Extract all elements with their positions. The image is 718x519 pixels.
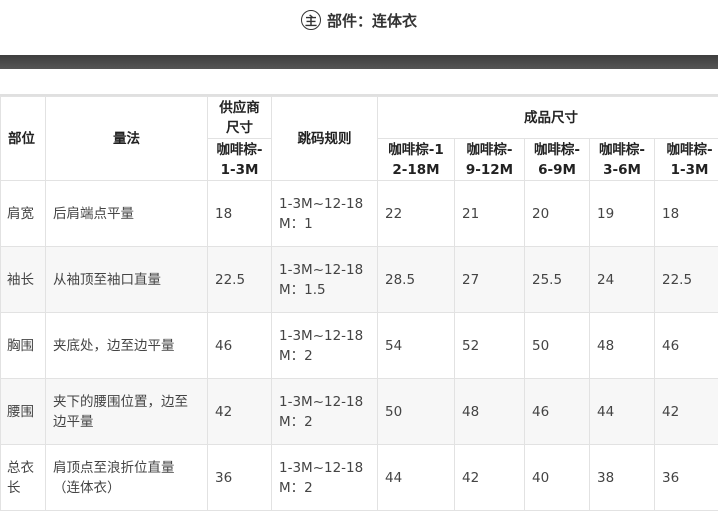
header-finished-size: 咖啡棕-3-6M — [590, 139, 655, 181]
cell-size: 50 — [378, 379, 455, 445]
table-row: 总衣长 肩顶点至浪折位直量（连体衣） 36 1-3M~12-18M：2 44 4… — [1, 445, 718, 511]
table-row: 袖长 从袖顶至袖口直量 22.5 1-3M~12-18M：1.5 28.5 27… — [1, 247, 718, 313]
header-method: 量法 — [46, 97, 208, 181]
cell-method: 肩顶点至浪折位直量（连体衣） — [46, 445, 208, 511]
cell-size: 18 — [655, 181, 718, 247]
table-row: 胸围 夹底处，边至边平量 46 1-3M~12-18M：2 54 52 50 4… — [1, 313, 718, 379]
cell-rule: 1-3M~12-18M：2 — [272, 379, 378, 445]
cell-rule: 1-3M~12-18M：2 — [272, 313, 378, 379]
title-bar: 主 部件：连体衣 — [0, 0, 718, 40]
cell-size: 52 — [455, 313, 525, 379]
cell-rule: 1-3M~12-18M：1 — [272, 181, 378, 247]
section-divider-bar — [0, 55, 718, 69]
cell-rule: 1-3M~12-18M：1.5 — [272, 247, 378, 313]
table-row: 腰围 夹下的腰围位置，边至边平量 42 1-3M~12-18M：2 50 48 … — [1, 379, 718, 445]
header-part: 部位 — [1, 97, 46, 181]
cell-supplier: 22.5 — [208, 247, 272, 313]
cell-size: 48 — [455, 379, 525, 445]
header-supplier-size: 咖啡棕-1-3M — [208, 139, 272, 181]
cell-size: 28.5 — [378, 247, 455, 313]
cell-supplier: 46 — [208, 313, 272, 379]
cell-part: 胸围 — [1, 313, 46, 379]
cell-size: 22 — [378, 181, 455, 247]
header-finished-size: 咖啡棕-12-18M — [378, 139, 455, 181]
cell-rule: 1-3M~12-18M：2 — [272, 445, 378, 511]
title-group: 主 部件：连体衣 — [301, 10, 417, 31]
cell-size: 24 — [590, 247, 655, 313]
cell-method: 后肩端点平量 — [46, 181, 208, 247]
cell-size: 21 — [455, 181, 525, 247]
header-supplier: 供应商尺寸 — [208, 97, 272, 139]
cell-method: 夹下的腰围位置，边至边平量 — [46, 379, 208, 445]
cell-size: 44 — [378, 445, 455, 511]
cell-size: 19 — [590, 181, 655, 247]
cell-size: 42 — [455, 445, 525, 511]
cell-method: 夹底处，边至边平量 — [46, 313, 208, 379]
cell-size: 20 — [525, 181, 590, 247]
cell-supplier: 18 — [208, 181, 272, 247]
cell-size: 38 — [590, 445, 655, 511]
cell-part: 袖长 — [1, 247, 46, 313]
cell-part: 肩宽 — [1, 181, 46, 247]
header-rule: 跳码规则 — [272, 97, 378, 181]
page-title: 部件：连体衣 — [327, 10, 417, 31]
cell-size: 36 — [655, 445, 718, 511]
header-finished-size: 咖啡棕-6-9M — [525, 139, 590, 181]
cell-size: 54 — [378, 313, 455, 379]
cell-size: 46 — [525, 379, 590, 445]
cell-supplier: 42 — [208, 379, 272, 445]
cell-method: 从袖顶至袖口直量 — [46, 247, 208, 313]
cell-part: 腰围 — [1, 379, 46, 445]
cell-size: 48 — [590, 313, 655, 379]
cell-supplier: 36 — [208, 445, 272, 511]
main-badge-icon: 主 — [301, 10, 321, 30]
cell-size: 27 — [455, 247, 525, 313]
header-finished: 成品尺寸 — [378, 97, 718, 139]
table-row: 肩宽 后肩端点平量 18 1-3M~12-18M：1 22 21 20 19 1… — [1, 181, 718, 247]
cell-size: 22.5 — [655, 247, 718, 313]
cell-size: 25.5 — [525, 247, 590, 313]
cell-size: 44 — [590, 379, 655, 445]
size-table: 部位 量法 供应商尺寸 跳码规则 成品尺寸 咖啡棕-1-3M 咖啡棕-12-18… — [0, 96, 718, 511]
cell-size: 42 — [655, 379, 718, 445]
cell-size: 40 — [525, 445, 590, 511]
cell-part: 总衣长 — [1, 445, 46, 511]
cell-size: 46 — [655, 313, 718, 379]
cell-size: 50 — [525, 313, 590, 379]
header-finished-size: 咖啡棕-1-3M — [655, 139, 718, 181]
header-finished-size: 咖啡棕-9-12M — [455, 139, 525, 181]
size-table-container: 部位 量法 供应商尺寸 跳码规则 成品尺寸 咖啡棕-1-3M 咖啡棕-12-18… — [0, 94, 718, 519]
